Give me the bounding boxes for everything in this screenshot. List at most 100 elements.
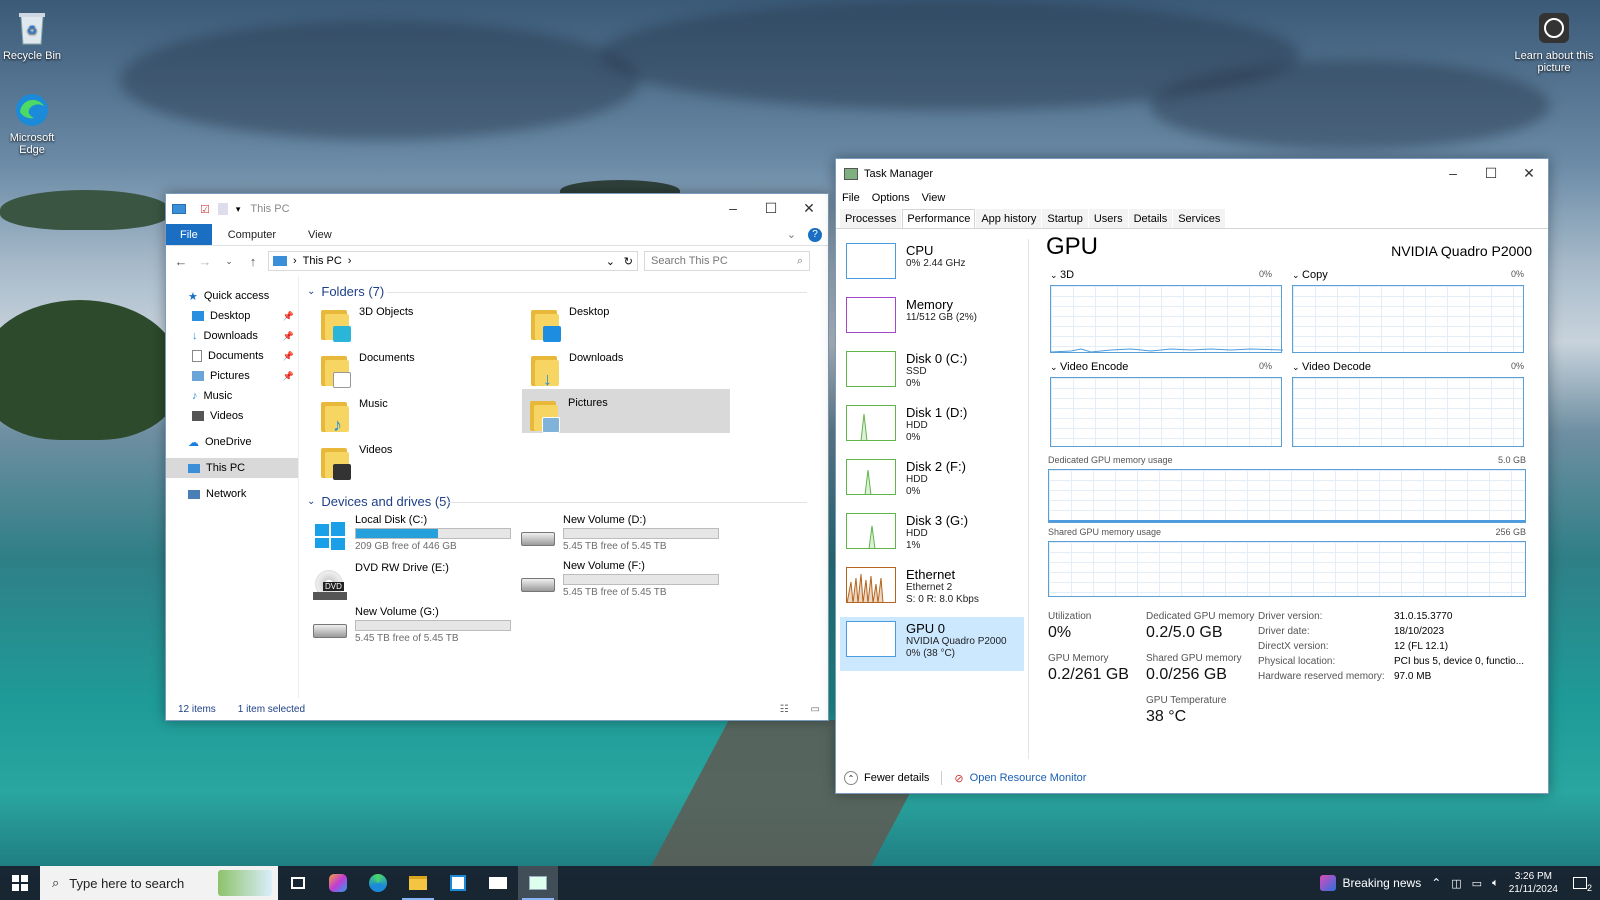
ribbon-tab-file[interactable]: File — [166, 224, 212, 245]
menu-view[interactable]: View — [922, 192, 946, 204]
tab-performance[interactable]: Performance — [902, 209, 976, 228]
nav-music[interactable]: ♪ Music — [166, 386, 298, 406]
desktop-recycle-bin[interactable]: ♻ Recycle Bin — [0, 8, 64, 62]
nav-quick-access[interactable]: ★ Quick access — [166, 286, 298, 306]
nav-videos[interactable]: Videos — [166, 406, 298, 426]
close-button[interactable]: ✕ — [1510, 159, 1548, 187]
folder-documents[interactable]: Documents — [317, 348, 523, 392]
folders-group-header[interactable]: ⌄ Folders (7) — [307, 284, 807, 299]
sidebar-divider[interactable] — [1028, 239, 1029, 759]
recent-dropdown-icon[interactable]: ⌄ — [220, 256, 238, 267]
mail-taskbar-button[interactable] — [478, 866, 518, 900]
maximize-button[interactable]: ☐ — [752, 194, 790, 222]
up-arrow-icon[interactable]: ↑ — [244, 254, 262, 269]
forward-arrow-icon[interactable]: → — [196, 254, 214, 269]
folder-pictures[interactable]: Pictures — [522, 389, 730, 433]
engine-encode-label[interactable]: ⌄ Video Encode 0% — [1050, 361, 1272, 373]
volume-icon[interactable]: 🔈︎ — [1492, 877, 1499, 890]
perf-item-cpu[interactable]: CPU 0% 2.44 GHz — [840, 239, 1024, 293]
perf-item-disk-0[interactable]: Disk 0 (C:) SSD 0% — [840, 347, 1024, 401]
nav-pictures[interactable]: Pictures 📌 — [166, 366, 298, 386]
tab-startup[interactable]: Startup — [1042, 209, 1088, 228]
search-box[interactable]: Search This PC ⌕ — [644, 251, 810, 271]
pin-icon[interactable]: 📌 — [283, 351, 294, 362]
close-button[interactable]: ✕ — [790, 194, 828, 222]
drives-group-header[interactable]: ⌄ Devices and drives (5) — [307, 494, 807, 509]
learn-about-picture[interactable]: Learn about this picture — [1514, 8, 1594, 74]
engine-3d-label[interactable]: ⌄ 3D 0% — [1050, 269, 1272, 281]
open-resource-monitor-link[interactable]: ⊘ Open Resource Monitor — [954, 772, 1086, 785]
drive-g[interactable]: New Volume (G:) 5.45 TB free of 5.45 TB — [313, 606, 523, 652]
copilot-button[interactable] — [318, 866, 358, 900]
notifications-button[interactable]: 2 — [1568, 877, 1592, 893]
explorer-titlebar[interactable]: ☑ ▾ This PC – ☐ ✕ — [166, 194, 828, 224]
help-icon[interactable]: ? — [802, 224, 828, 245]
tab-details[interactable]: Details — [1128, 209, 1173, 228]
tab-users[interactable]: Users — [1088, 209, 1128, 228]
dvd-badge: DVD — [323, 582, 344, 591]
nav-network[interactable]: Network — [166, 484, 298, 504]
new-folder-icon[interactable] — [217, 203, 228, 215]
start-button[interactable] — [0, 866, 40, 900]
tab-services[interactable]: Services — [1173, 209, 1226, 228]
task-view-button[interactable] — [278, 866, 318, 900]
taskmgr-titlebar[interactable]: Task Manager – ☐ ✕ — [836, 159, 1548, 189]
folder-downloads[interactable]: ↓ Downloads — [527, 348, 733, 392]
qat-dropdown-icon[interactable]: ▾ — [236, 204, 241, 215]
address-dropdown-icon[interactable]: ⌄ — [606, 255, 615, 268]
drive-f[interactable]: New Volume (F:) 5.45 TB free of 5.45 TB — [521, 560, 731, 606]
nav-documents[interactable]: Documents 📌 — [166, 346, 298, 366]
engine-copy-label[interactable]: ⌄ Copy 0% — [1292, 269, 1524, 281]
ribbon-tab-view[interactable]: View — [292, 224, 348, 245]
taskbar-search[interactable]: ⌕ Type here to search — [40, 866, 278, 900]
tab-processes[interactable]: Processes — [840, 209, 902, 228]
properties-icon[interactable]: ☑ — [200, 203, 210, 216]
menu-file[interactable]: File — [842, 192, 860, 204]
address-location[interactable]: This PC — [303, 255, 342, 267]
drive-e[interactable]: DVD DVD RW Drive (E:) — [313, 562, 523, 608]
tab-app-history[interactable]: App history — [976, 209, 1042, 228]
store-taskbar-button[interactable] — [438, 866, 478, 900]
nav-onedrive[interactable]: ☁ OneDrive — [166, 432, 298, 452]
pin-icon[interactable]: 📌 — [283, 331, 294, 342]
ribbon-tab-computer[interactable]: Computer — [212, 224, 292, 245]
minimize-button[interactable]: – — [714, 194, 752, 222]
folder-videos[interactable]: Videos — [317, 440, 523, 484]
perf-item-ethernet[interactable]: Ethernet Ethernet 2 S: 0 R: 8.0 Kbps — [840, 563, 1024, 617]
pin-icon[interactable]: 📌 — [283, 371, 294, 382]
task-manager-taskbar-button[interactable] — [518, 866, 558, 900]
perf-item-disk-1[interactable]: Disk 1 (D:) HDD 0% — [840, 401, 1024, 455]
chevron-up-icon[interactable]: ⌃ — [1431, 876, 1441, 890]
clock[interactable]: 3:26 PM 21/11/2024 — [1509, 870, 1558, 896]
folder-3d-objects[interactable]: 3D Objects — [317, 302, 523, 346]
nav-this-pc[interactable]: This PC — [166, 458, 298, 478]
pin-icon[interactable]: 📌 — [283, 311, 294, 322]
nav-desktop[interactable]: Desktop 📌 — [166, 306, 298, 326]
refresh-icon[interactable]: ↻ — [624, 255, 633, 268]
ribbon-expand-icon[interactable]: ⌄ — [781, 224, 802, 245]
folder-music[interactable]: ♪ Music — [317, 394, 523, 438]
maximize-button[interactable]: ☐ — [1472, 159, 1510, 187]
back-arrow-icon[interactable]: ← — [172, 254, 190, 269]
drive-c[interactable]: Local Disk (C:) 209 GB free of 446 GB — [313, 514, 523, 560]
drive-d[interactable]: New Volume (D:) 5.45 TB free of 5.45 TB — [521, 514, 731, 560]
nav-downloads[interactable]: ↓ Downloads 📌 — [166, 326, 298, 346]
news-widget[interactable]: Breaking news — [1320, 875, 1421, 891]
perf-item-disk-3[interactable]: Disk 3 (G:) HDD 1% — [840, 509, 1024, 563]
perf-item-memory[interactable]: Memory 11/512 GB (2%) — [840, 293, 1024, 347]
fewer-details-button[interactable]: ⌃ Fewer details — [844, 771, 929, 785]
folder-desktop[interactable]: Desktop — [527, 302, 733, 346]
file-explorer-taskbar-button[interactable] — [398, 866, 438, 900]
perf-item-disk-2[interactable]: Disk 2 (F:) HDD 0% — [840, 455, 1024, 509]
edge-taskbar-button[interactable] — [358, 866, 398, 900]
meet-now-icon[interactable]: ◫ — [1451, 877, 1461, 890]
desktop-edge[interactable]: Microsoft Edge — [0, 90, 64, 156]
perf-item-gpu-0[interactable]: GPU 0 NVIDIA Quadro P2000 0% (38 °C) — [840, 617, 1024, 671]
minimize-button[interactable]: – — [1434, 159, 1472, 187]
details-view-icon[interactable]: ☷ — [780, 704, 789, 715]
large-icons-view-icon[interactable]: ▭ — [811, 704, 820, 715]
menu-options[interactable]: Options — [872, 192, 910, 204]
engine-decode-label[interactable]: ⌄ Video Decode 0% — [1292, 361, 1524, 373]
network-icon[interactable]: ▭ — [1472, 877, 1482, 890]
address-bar[interactable]: › This PC › ⌄ ↻ — [268, 251, 638, 271]
